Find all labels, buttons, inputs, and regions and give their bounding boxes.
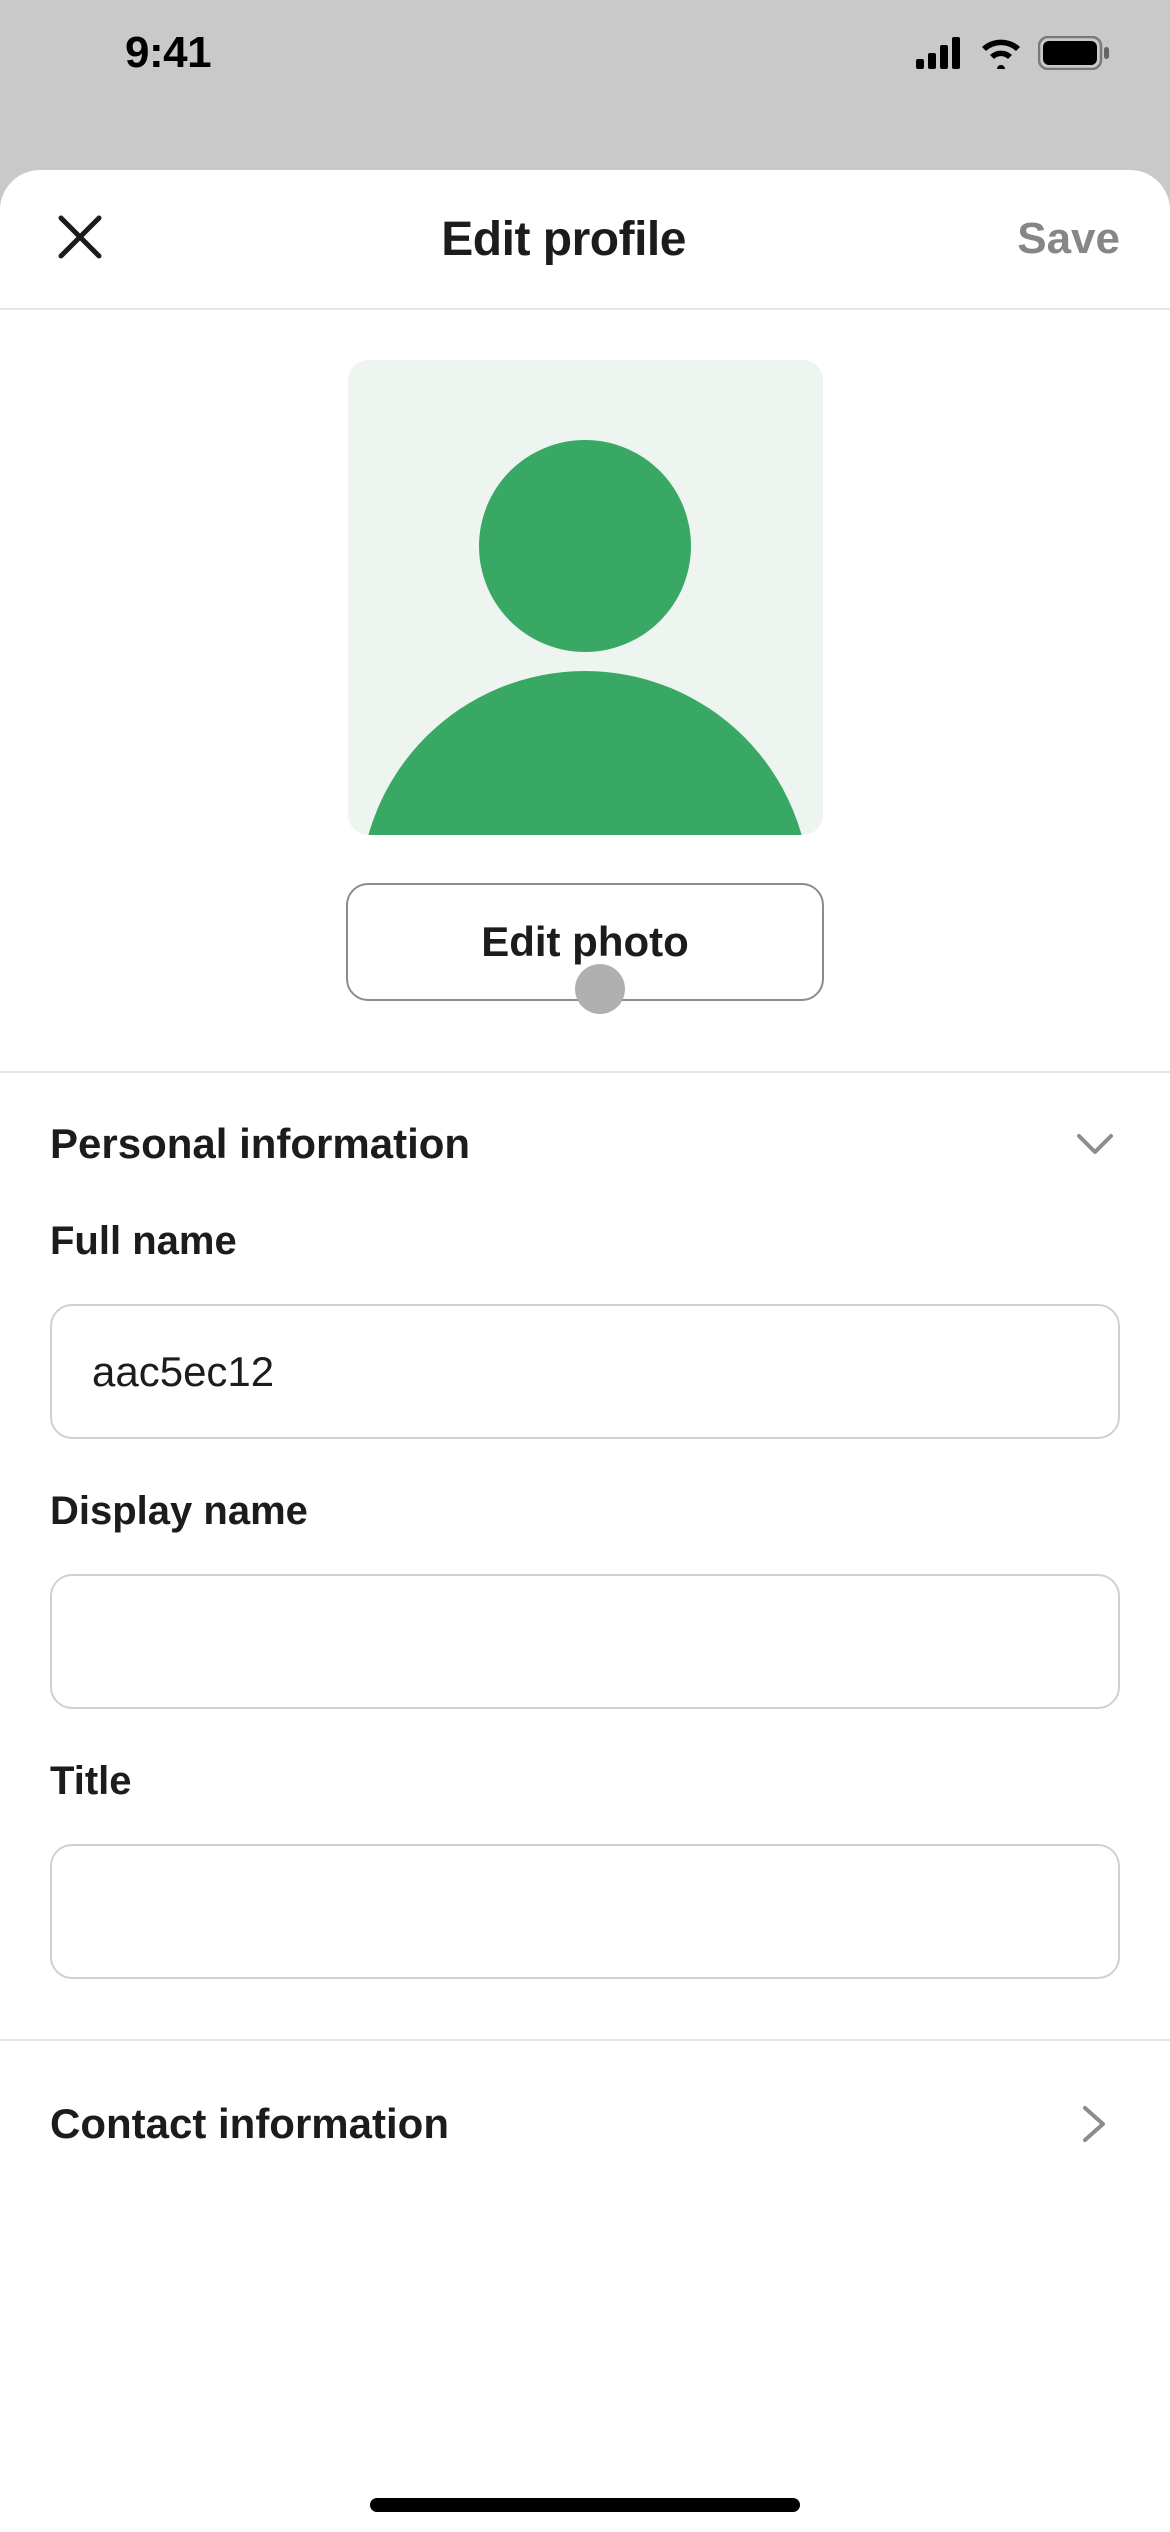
- status-bar: 9:41: [0, 0, 1170, 105]
- title-field-label: Title: [50, 1759, 1120, 1804]
- page-title: Edit profile: [441, 212, 686, 267]
- close-icon: [55, 212, 105, 267]
- edit-photo-button[interactable]: Edit photo: [346, 883, 824, 1001]
- full-name-label: Full name: [50, 1219, 1120, 1264]
- personal-info-title: Personal information: [50, 1120, 470, 1168]
- full-name-block: Full name: [0, 1169, 1170, 1439]
- contact-info-title: Contact information: [50, 2100, 449, 2148]
- chevron-right-icon: [1070, 2099, 1120, 2149]
- save-button[interactable]: Save: [1017, 214, 1120, 264]
- battery-icon: [1038, 36, 1110, 70]
- chevron-down-icon: [1070, 1119, 1120, 1169]
- edit-profile-sheet: Edit profile Save Edit photo Personal in…: [0, 170, 1170, 2532]
- sheet-header: Edit profile Save: [0, 170, 1170, 310]
- cellular-signal-icon: [916, 37, 964, 69]
- title-input[interactable]: [50, 1844, 1120, 1979]
- edit-photo-label: Edit photo: [481, 918, 689, 966]
- title-block: Title: [0, 1709, 1170, 1979]
- display-name-block: Display name: [0, 1439, 1170, 1709]
- display-name-label: Display name: [50, 1489, 1120, 1534]
- contact-info-row[interactable]: Contact information: [0, 2039, 1170, 2207]
- wifi-icon: [978, 37, 1024, 69]
- touch-indicator-icon: [575, 964, 625, 1014]
- personal-info-header[interactable]: Personal information: [0, 1073, 1170, 1169]
- status-icons: [916, 36, 1110, 70]
- home-indicator[interactable]: [370, 2498, 800, 2512]
- status-time: 9:41: [125, 28, 211, 78]
- display-name-input[interactable]: [50, 1574, 1120, 1709]
- full-name-input[interactable]: [50, 1304, 1120, 1439]
- photo-section: Edit photo: [0, 310, 1170, 1073]
- close-button[interactable]: [50, 209, 110, 269]
- avatar[interactable]: [348, 360, 823, 835]
